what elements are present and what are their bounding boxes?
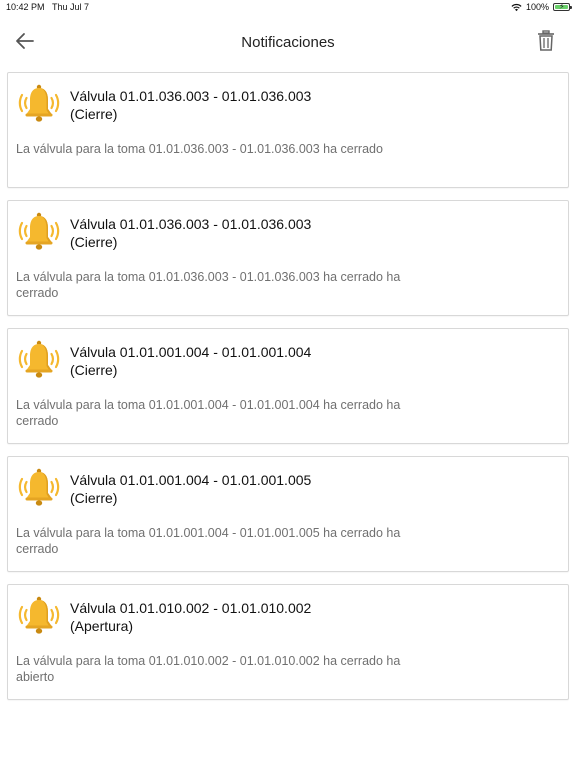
notification-type: (Cierre) (70, 106, 118, 122)
wifi-icon (511, 3, 522, 11)
bell-ringing-icon (18, 212, 60, 250)
notification-title: Válvula 01.01.036.003 - 01.01.036.003 (70, 216, 312, 232)
notification-title: Válvula 01.01.001.004 - 01.01.001.005 (70, 472, 312, 488)
notification-title: Válvula 01.01.001.004 - 01.01.001.004 (70, 344, 312, 360)
status-bar: 10:42 PM Thu Jul 7 100% ⚡ (0, 0, 576, 16)
notification-message: La válvula para la toma 01.01.036.003 - … (16, 142, 383, 156)
page-title: Notificaciones (241, 34, 335, 51)
notification-message: La válvula para la toma 01.01.001.004 - … (16, 526, 401, 556)
bell-ringing-icon (18, 596, 60, 634)
status-date: Thu Jul 7 (52, 2, 90, 12)
notification-card[interactable]: Válvula 01.01.001.004 - 01.01.001.004 (C… (7, 328, 569, 444)
status-indicators: 100% ⚡ (511, 2, 572, 12)
delete-all-button[interactable] (534, 28, 558, 54)
bell-ringing-icon (18, 84, 60, 122)
notification-title: Válvula 01.01.036.003 - 01.01.036.003 (70, 88, 312, 104)
notification-message: La válvula para la toma 01.01.001.004 - … (16, 398, 401, 428)
notification-card[interactable]: Válvula 01.01.010.002 - 01.01.010.002 (A… (7, 584, 569, 700)
status-time: 10:42 PM (6, 2, 45, 12)
notification-card[interactable]: Válvula 01.01.001.004 - 01.01.001.005 (C… (7, 456, 569, 572)
notification-card[interactable]: Válvula 01.01.036.003 - 01.01.036.003 (C… (7, 72, 569, 188)
notification-list: Válvula 01.01.036.003 - 01.01.036.003 (C… (7, 72, 569, 712)
trash-icon (538, 30, 554, 51)
bell-ringing-icon (18, 340, 60, 378)
notification-message: La válvula para la toma 01.01.036.003 - … (16, 270, 401, 300)
nav-bar: Notificaciones (0, 20, 576, 64)
notification-type: (Apertura) (70, 618, 134, 634)
notification-type: (Cierre) (70, 234, 118, 250)
notification-type: (Cierre) (70, 490, 118, 506)
notification-message: La válvula para la toma 01.01.010.002 - … (16, 654, 401, 684)
notification-title: Válvula 01.01.010.002 - 01.01.010.002 (70, 600, 312, 616)
battery-icon: ⚡ (553, 3, 572, 11)
battery-percent: 100% (525, 2, 549, 12)
bell-ringing-icon (18, 468, 60, 506)
notification-card[interactable]: Válvula 01.01.036.003 - 01.01.036.003 (C… (7, 200, 569, 316)
notification-type: (Cierre) (70, 362, 118, 378)
